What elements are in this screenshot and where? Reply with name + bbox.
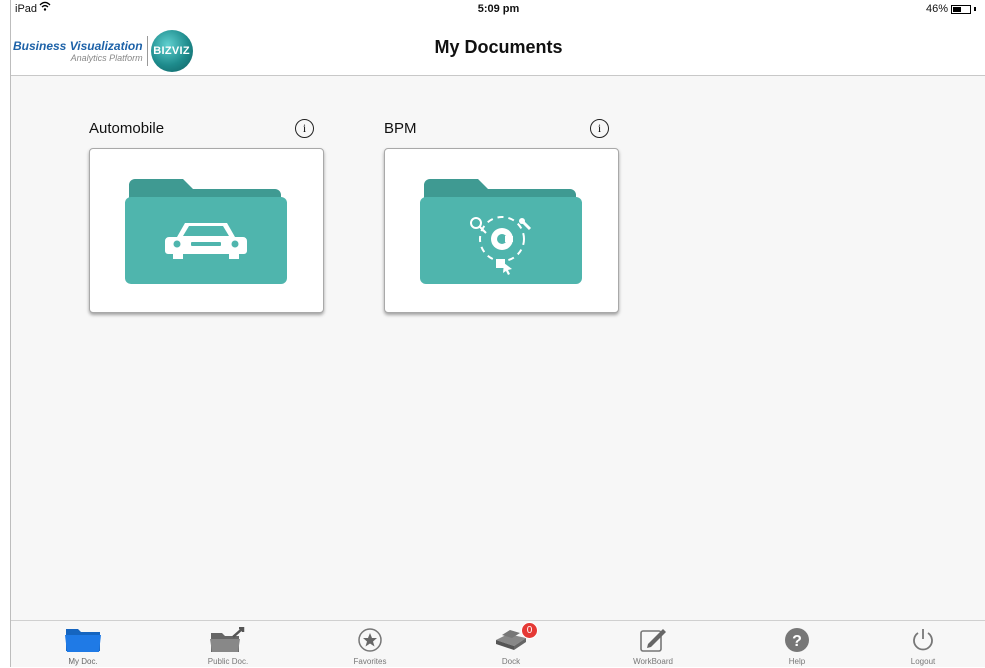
page-title: My Documents (434, 37, 563, 57)
tab-workboard[interactable]: WorkBoard (613, 621, 693, 668)
tab-dock[interactable]: 0 Dock (471, 621, 551, 668)
folder-card-automobile[interactable] (89, 148, 324, 313)
battery-percent: 46% (925, 3, 948, 15)
tab-label: Logout (910, 657, 936, 666)
tab-label: Public Doc. (207, 657, 249, 666)
folder-label-automobile: Automobile (89, 120, 165, 137)
folder-label-bpm: BPM (384, 120, 417, 137)
dock-badge: 0 (521, 621, 538, 639)
status-time: 5:09 pm (477, 3, 520, 15)
dock-icon: 0 (471, 621, 551, 654)
status-bar: iPad 5:09 pm 46% (11, 0, 985, 18)
tab-label: My Doc. (68, 657, 98, 666)
tab-public-doc[interactable]: Public Doc. (188, 621, 268, 668)
app-screen: iPad 5:09 pm 46% Business Visualization … (10, 0, 985, 667)
battery-icon (951, 4, 971, 14)
process-gear-icon (420, 179, 582, 284)
tab-label: Favorites (353, 657, 387, 666)
battery-indicator: 46% (926, 0, 976, 18)
info-icon[interactable]: i (590, 119, 609, 138)
tab-favorites[interactable]: Favorites (330, 621, 410, 668)
svg-text:?: ? (792, 633, 802, 650)
folder-card-bpm[interactable] (384, 148, 619, 313)
power-icon (883, 626, 963, 654)
star-icon (330, 626, 410, 654)
public-folder-icon (188, 626, 268, 654)
tab-logout[interactable]: Logout (883, 621, 963, 668)
header: Business Visualization Analytics Platfor… (11, 18, 985, 76)
info-icon[interactable]: i (295, 119, 314, 138)
edit-icon (613, 626, 693, 654)
tab-my-doc[interactable]: My Doc. (43, 621, 123, 668)
tab-label: Dock (501, 657, 521, 666)
folder-icon (43, 626, 123, 654)
tab-label: WorkBoard (633, 657, 673, 666)
tab-label: Help (788, 657, 806, 666)
tab-help[interactable]: ? Help (757, 621, 837, 668)
tab-bar: My Doc. Public Doc. Favorites 0 Dock Wor… (11, 620, 985, 667)
help-icon: ? (757, 626, 837, 654)
car-icon (125, 179, 287, 284)
